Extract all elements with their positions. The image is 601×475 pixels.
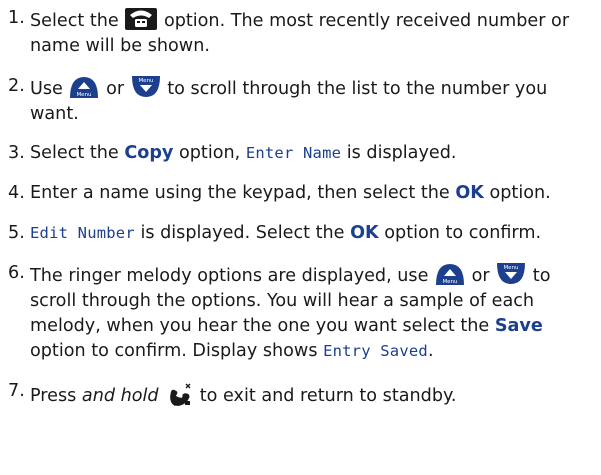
emphasis-text: and hold [81,386,159,406]
step-text: option, [179,143,241,163]
softkey-label: OK [350,223,379,243]
menu-label: Menu [77,92,92,98]
scroll-up-button-icon: Menu [68,74,100,100]
step-text: option to confirm. Display shows [30,341,318,361]
step-text: option. [489,183,551,203]
display-text: Enter Name [245,144,342,162]
softkey-label: OK [455,183,484,203]
step-text: The ringer melody options are displayed,… [30,266,429,286]
step-text: option to confirm. [384,223,542,243]
menu-scroll-down-button-icon: Menu [130,74,162,100]
step-text: Use [30,79,63,99]
softkey-label: Save [494,316,543,336]
step-6: 6. The ringer melody options are display… [8,261,596,364]
step-number: 3. [8,143,25,163]
step-text: is displayed. Select the [140,223,345,243]
step-2: 2. Use Menu or Menu to scroll through th… [8,74,596,127]
step-text: Enter a name using the keypad, then sele… [30,183,450,203]
step-number: 6. [8,263,25,283]
step-number: 2. [8,76,25,96]
step-3: 3. Select the Copy option, Enter Name is… [8,141,596,166]
step-text: . [427,341,434,361]
step-number: 5. [8,223,25,243]
step-number: 7. [8,381,25,401]
menu-scroll-down-button-icon: Menu [495,261,527,287]
step-4: 4. Enter a name using the keypad, then s… [8,181,596,206]
step-text: Select the [30,143,119,163]
step-number: 1. [8,8,25,28]
display-text: Entry Saved [323,342,428,360]
menu-label: Menu [504,265,519,271]
menu-label: Menu [442,279,457,285]
step-text: is displayed. [346,143,457,163]
softkey-label: Copy [124,143,174,163]
steps-list: 1. Select the option. The most recently … [8,6,601,409]
phone-book-icon [124,6,158,32]
step-number: 4. [8,183,25,203]
step-text: Select the [30,11,119,31]
step-text: to exit and return to standby. [199,386,457,406]
step-text: or [106,79,125,99]
step-text: or [471,266,490,286]
step-1: 1. Select the option. The most recently … [8,6,596,59]
instructions-page: 1. Select the option. The most recently … [0,0,601,475]
scroll-up-button-icon: Menu [434,261,466,287]
step-7: 7. Press and hold to exit and return to … [8,379,596,409]
step-text: Press [30,386,77,406]
step-5: 5. Edit Number is displayed. Select the … [8,221,596,246]
display-text: Edit Number [30,224,135,242]
end-call-icon [164,379,194,407]
menu-label: Menu [138,78,153,84]
